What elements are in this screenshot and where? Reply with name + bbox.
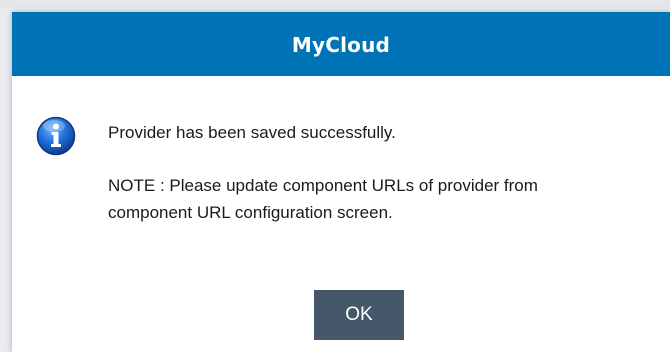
ok-button[interactable]: OK <box>314 290 404 340</box>
alert-dialog: MyCloud Provider has been saved successf… <box>12 12 670 352</box>
dialog-title: MyCloud <box>291 33 391 57</box>
background-overlay <box>0 0 670 8</box>
info-icon <box>36 116 76 156</box>
dialog-content: Provider has been saved successfully. NO… <box>12 76 670 352</box>
dialog-titlebar: MyCloud <box>12 12 670 76</box>
success-message: Provider has been saved successfully. <box>108 123 396 142</box>
note-message: NOTE : Please update component URLs of p… <box>108 176 538 222</box>
